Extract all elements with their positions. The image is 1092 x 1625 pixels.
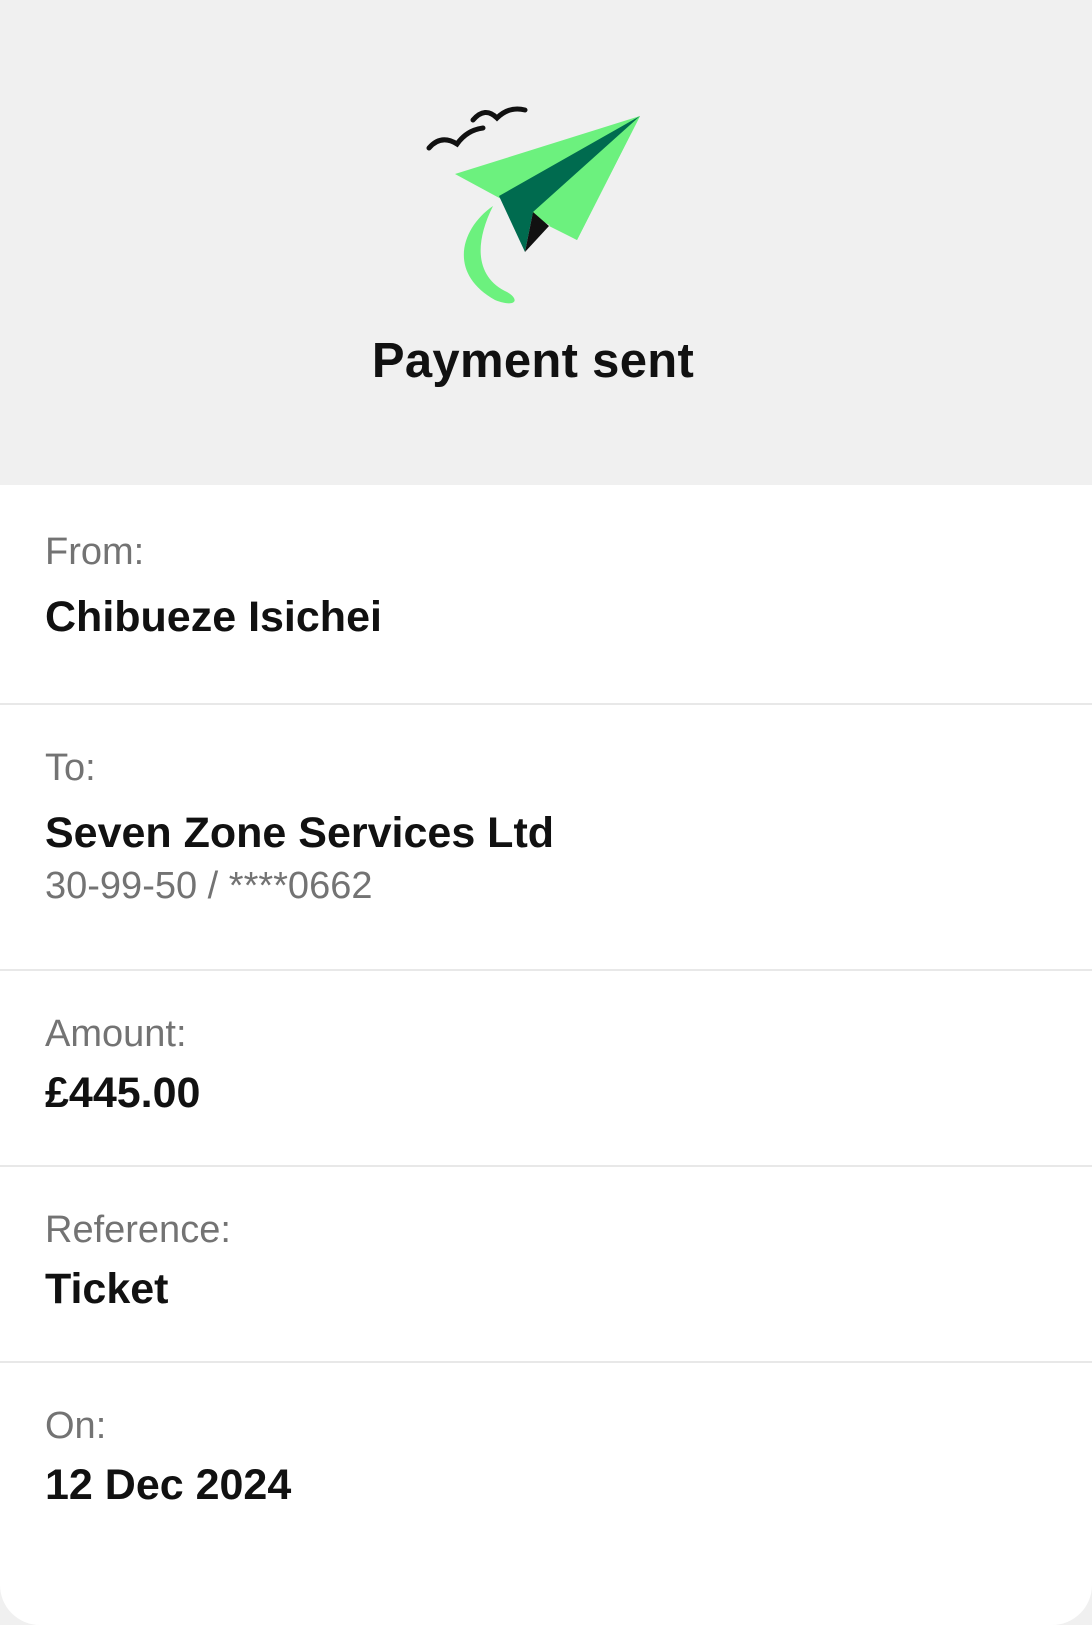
to-value: Seven Zone Services Ltd — [45, 809, 555, 857]
amount-section: Amount: £445.00 — [0, 971, 1092, 1167]
reference-section: Reference: Ticket — [0, 1167, 1092, 1363]
reference-label: Reference: — [45, 1209, 231, 1251]
to-section: To: Seven Zone Services Ltd 30-99-50 / *… — [0, 705, 1092, 971]
date-label: On: — [45, 1405, 107, 1447]
date-value: 12 Dec 2024 — [45, 1461, 292, 1509]
date-section: On: 12 Dec 2024 — [0, 1363, 1092, 1593]
amount-label: Amount: — [45, 1013, 187, 1055]
bird-icon — [426, 125, 486, 151]
payment-details-card: From: Chibueze Isichei To: Seven Zone Se… — [0, 485, 1092, 1625]
paper-plane-icon — [426, 106, 640, 304]
page-title: Payment sent — [371, 334, 695, 388]
from-label: From: — [45, 531, 145, 573]
reference-value: Ticket — [45, 1265, 169, 1313]
to-label: To: — [45, 747, 96, 789]
confirmation-header: Payment sent — [0, 0, 1092, 485]
from-value: Chibueze Isichei — [45, 593, 382, 641]
to-account-number: 30-99-50 / ****0662 — [45, 865, 373, 907]
bird-icon — [470, 106, 528, 123]
amount-value: £445.00 — [45, 1069, 201, 1117]
from-section: From: Chibueze Isichei — [0, 485, 1092, 705]
